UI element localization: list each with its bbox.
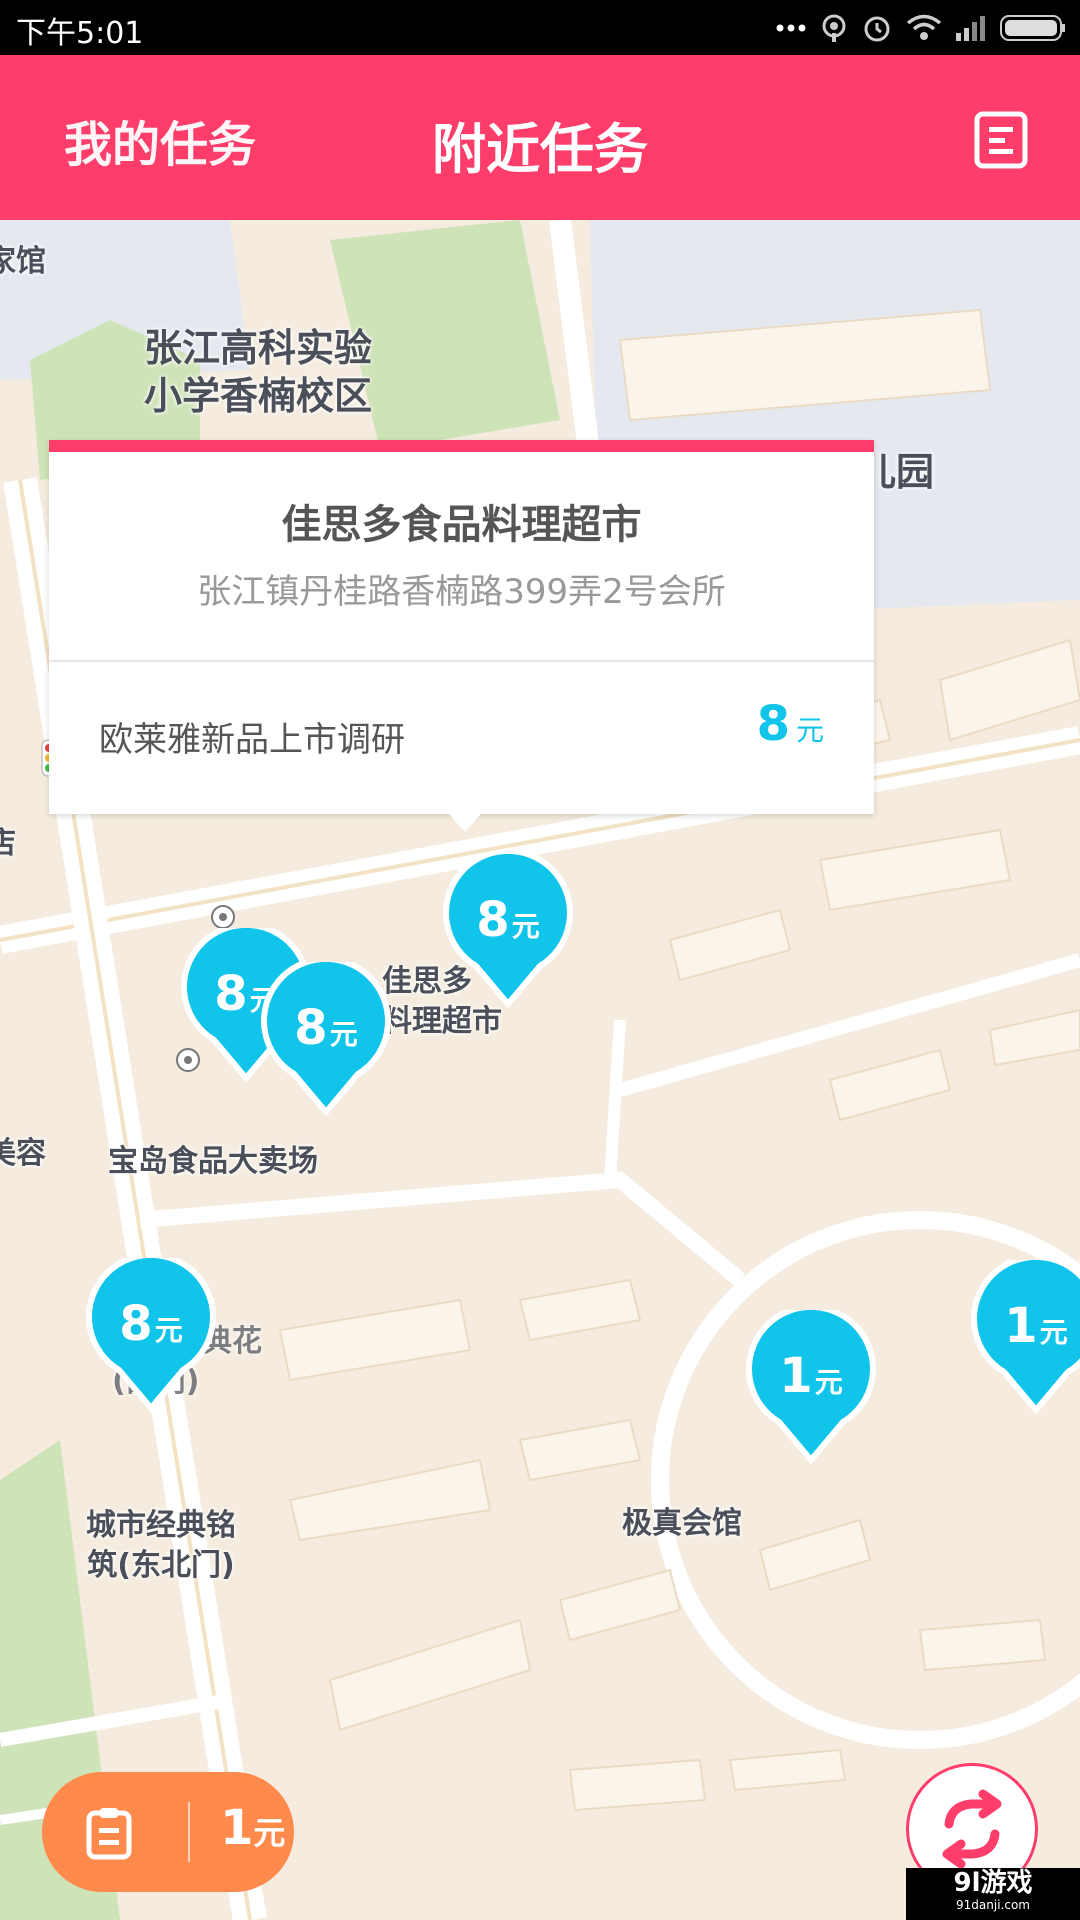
tab-nearby-tasks[interactable]: 附近任务 bbox=[432, 105, 648, 184]
document-list-icon bbox=[974, 111, 1028, 169]
watermark: 9l游戏 91danji.com bbox=[906, 1868, 1080, 1920]
alarm-icon bbox=[864, 16, 890, 42]
map-label-jizhen: 极真会馆 bbox=[622, 1506, 742, 1541]
status-time: 下午5:01 bbox=[16, 16, 144, 51]
task-list-button[interactable] bbox=[974, 111, 1028, 169]
task-price-value: 8 bbox=[756, 696, 790, 752]
task-price-unit: 元 bbox=[795, 714, 824, 747]
task-pin[interactable]: 1元 bbox=[741, 1310, 881, 1470]
tab-my-tasks[interactable]: 我的任务 bbox=[64, 105, 256, 175]
earnings-value: 1元 bbox=[220, 1800, 286, 1856]
signal-icon bbox=[956, 16, 985, 41]
more-icon bbox=[776, 24, 806, 32]
status-bar: 下午5:01 bbox=[0, 0, 1080, 55]
badge-separator bbox=[188, 1802, 190, 1862]
hotspot-icon bbox=[822, 14, 846, 42]
watermark-site: 91danji.com bbox=[956, 1898, 1030, 1912]
battery-icon bbox=[1000, 15, 1065, 41]
task-pin[interactable]: 8元 bbox=[256, 962, 396, 1122]
wifi-icon bbox=[906, 14, 942, 40]
task-price: 8元 bbox=[757, 696, 824, 752]
map-label-meirong: 美容 bbox=[0, 1136, 46, 1171]
task-pin[interactable]: 8元 bbox=[438, 854, 578, 1014]
popup-divider bbox=[49, 660, 874, 662]
task-name[interactable]: 欧莱雅新品上市调研 bbox=[99, 712, 405, 761]
store-name: 佳思多食品料理超市 bbox=[281, 502, 642, 548]
store-popup-card[interactable]: 佳思多食品料理超市 张江镇丹桂路香楠路399弄2号会所 欧莱雅新品上市调研 8元 bbox=[49, 440, 874, 832]
map-label-guan: 家馆 bbox=[0, 244, 46, 279]
watermark-brand: 9l游戏 bbox=[953, 1868, 1033, 1898]
map-label-school: 张江高科实验 小学香楠校区 bbox=[144, 326, 373, 418]
popup-pointer bbox=[449, 814, 481, 832]
map-label-chengshi-ming: 城市经典铭 筑(东北门) bbox=[86, 1508, 236, 1583]
map-label-dian: 店 bbox=[0, 826, 16, 861]
status-icons bbox=[776, 8, 1066, 48]
map-label-baodao: 宝岛食品大卖场 bbox=[108, 1144, 318, 1179]
app-header: 我的任务 附近任务 bbox=[0, 55, 1080, 220]
earnings-badge[interactable]: 1元 bbox=[42, 1772, 294, 1892]
store-address: 张江镇丹桂路香楠路399弄2号会所 bbox=[197, 572, 726, 612]
clipboard-icon bbox=[86, 1808, 132, 1860]
task-pin[interactable]: 8元 bbox=[81, 1258, 221, 1418]
task-pin[interactable]: 1元 bbox=[966, 1260, 1080, 1420]
